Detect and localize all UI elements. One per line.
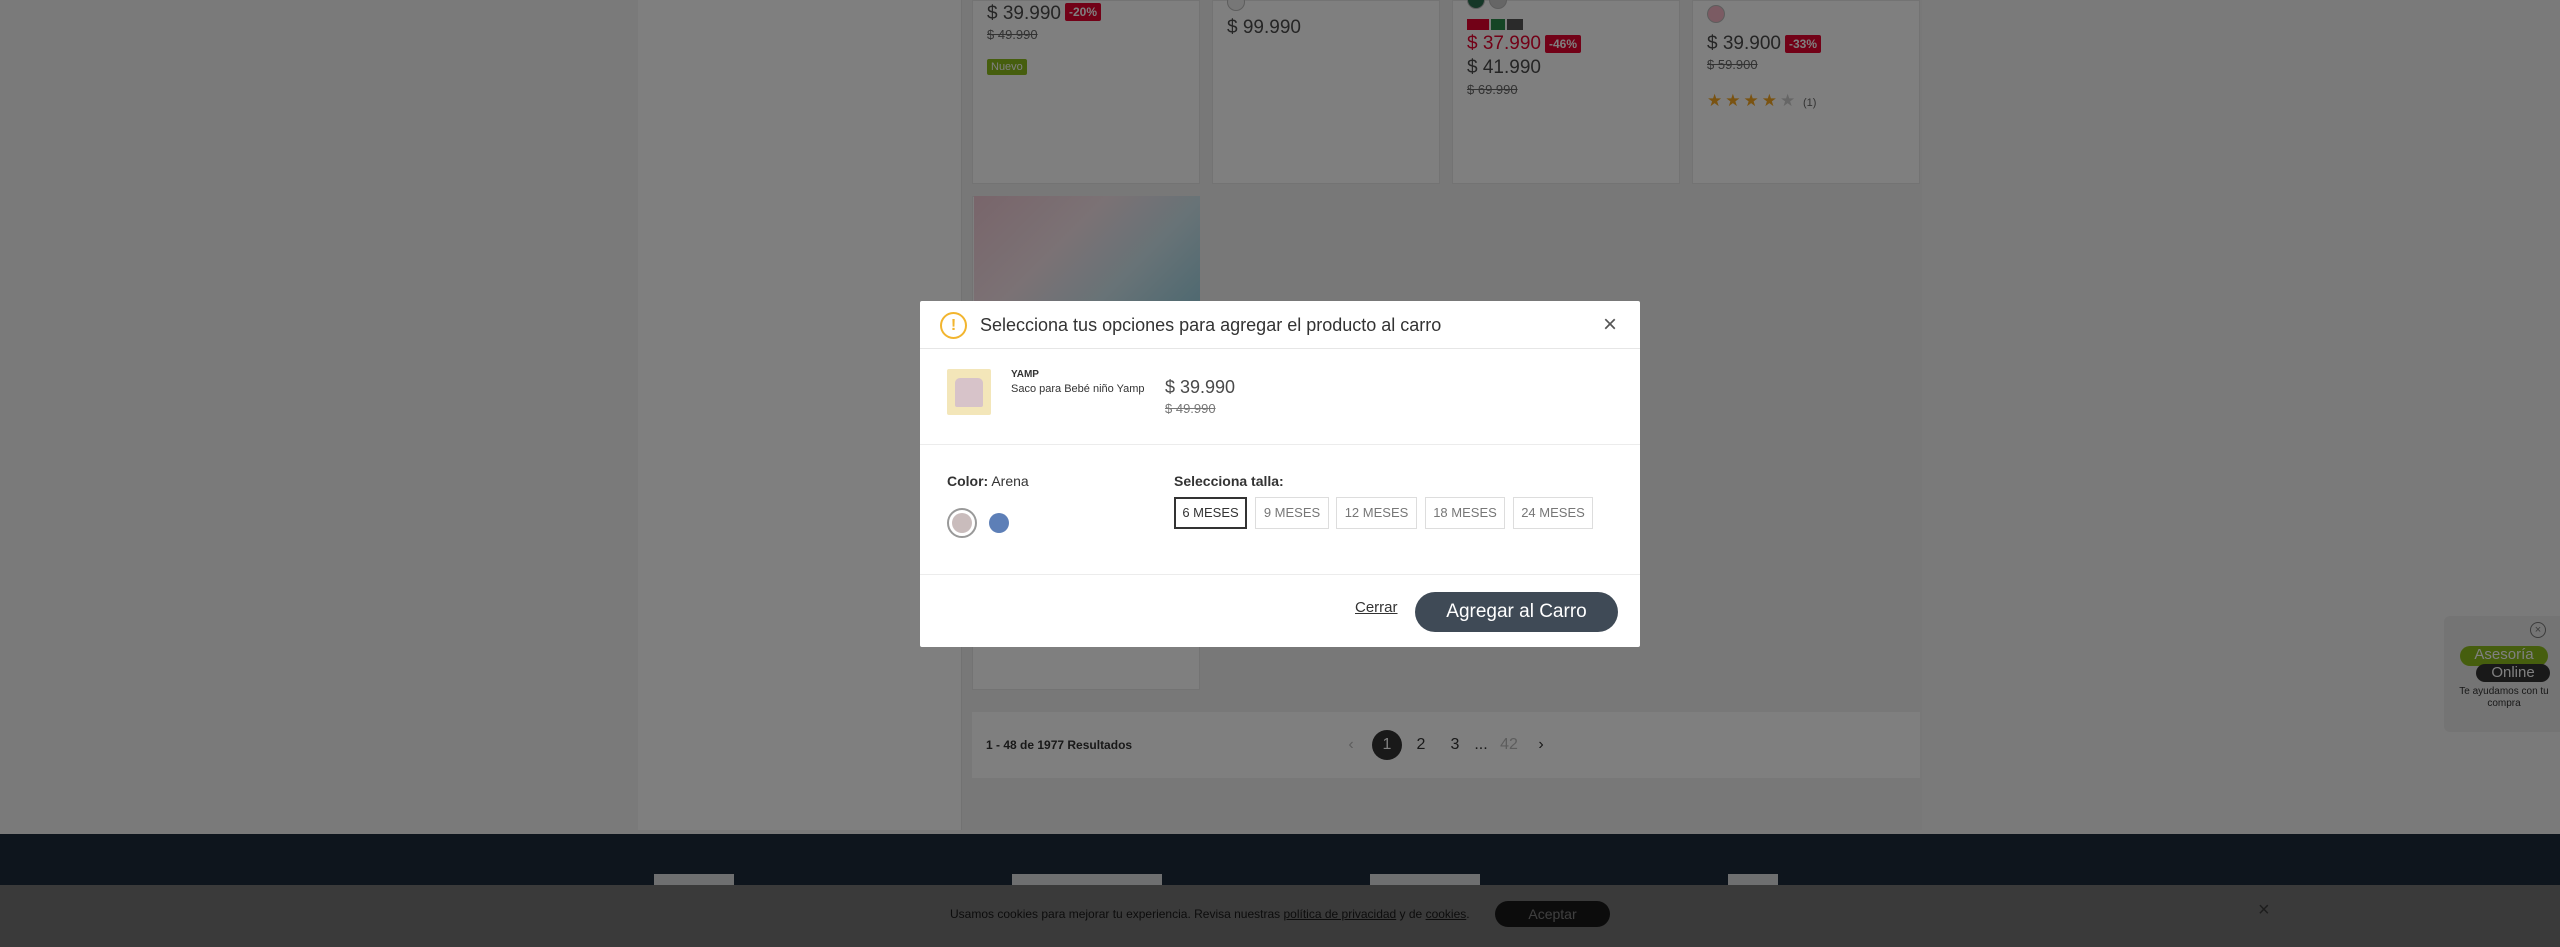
color-value: Arena: [991, 473, 1029, 489]
size-option-6-meses[interactable]: 6 MESES: [1174, 497, 1247, 529]
modal-product-summary: YAMP Saco para Bebé niño Yamp $ 39.990 $…: [920, 349, 1640, 445]
cookie-banner-backdrop: [0, 885, 2560, 947]
product-thumbnail: [947, 369, 991, 415]
cancel-button[interactable]: Cerrar: [1355, 599, 1398, 616]
product-name: Saco para Bebé niño Yamp: [1011, 383, 1145, 395]
size-option-12-meses[interactable]: 12 MESES: [1336, 497, 1417, 529]
swatch-dot: [952, 513, 972, 533]
modal-header: ! Selecciona tus opciones para agregar e…: [920, 301, 1640, 349]
size-option-24-meses[interactable]: 24 MESES: [1513, 497, 1593, 529]
color-label-key: Color:: [947, 473, 989, 489]
swatch-dot: [989, 513, 1009, 533]
close-icon[interactable]: ×: [1603, 311, 1617, 339]
color-swatch-arena[interactable]: [947, 508, 977, 538]
warning-icon: !: [940, 312, 967, 339]
size-option-18-meses[interactable]: 18 MESES: [1425, 497, 1505, 529]
shirt-image: [955, 378, 983, 407]
size-option-9-meses[interactable]: 9 MESES: [1255, 497, 1329, 529]
product-brand: YAMP: [1011, 369, 1039, 380]
add-to-cart-button[interactable]: Agregar al Carro: [1415, 592, 1618, 632]
color-swatch-blue[interactable]: [984, 508, 1014, 538]
modal-footer: Cerrar Agregar al Carro: [920, 575, 1640, 647]
product-price: $ 39.990: [1165, 377, 1236, 397]
size-label: Selecciona talla:: [1174, 473, 1284, 489]
old-price: $ 49.990: [1165, 401, 1216, 416]
modal-title: Selecciona tus opciones para agregar el …: [980, 315, 1442, 335]
product-options-modal: ! Selecciona tus opciones para agregar e…: [920, 301, 1640, 647]
color-label: Color: Arena: [947, 473, 1029, 489]
modal-options: Color: Arena Selecciona talla: 6 MESES 9…: [920, 445, 1640, 575]
